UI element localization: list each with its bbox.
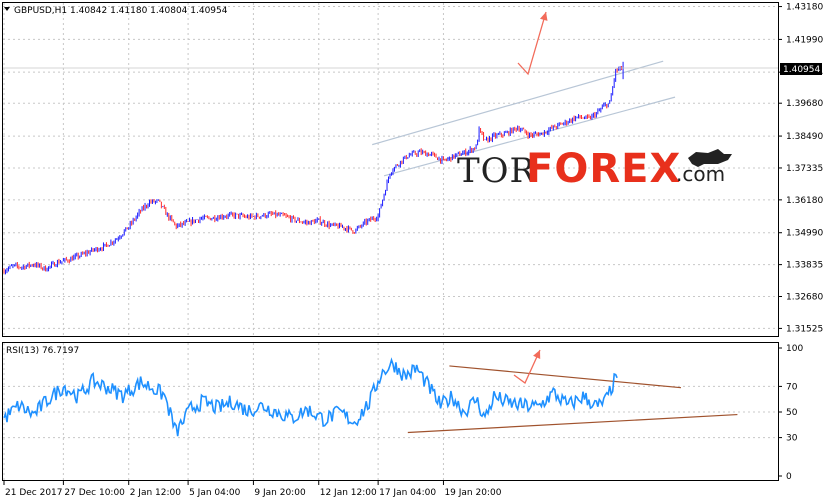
rsi-axis: 100 70 50 30 0 — [778, 344, 803, 482]
collapse-triangle-icon — [4, 7, 10, 11]
rsi-tick-label: 70 — [786, 382, 798, 392]
rsi-trendline — [407, 413, 738, 434]
price-tick-label: 1.33835 — [786, 261, 823, 271]
symbol-line: GBPUSD,H1 1.40842 1.41180 1.40804 1.4095… — [14, 6, 228, 16]
time-grid — [3, 3, 444, 480]
rsi-series-line — [3, 357, 618, 437]
price-tick-label: 1.31525 — [786, 324, 823, 334]
price-forecast-arrow — [517, 11, 547, 76]
price-tick-label: 1.36180 — [786, 196, 823, 206]
price-tick-label: 1.37335 — [786, 164, 823, 174]
time-axis: 21 Dec 2017 27 Dec 10:00 2 Jan 12:00 5 Jan … — [3, 480, 502, 498]
watermark-forex: FOREX — [526, 146, 681, 192]
price-badge-text: 1.40954 — [783, 65, 820, 75]
rsi-line — [3, 357, 618, 437]
time-tick-label: 5 Jan 04:00 — [189, 488, 241, 498]
rsi-tick-label: 100 — [786, 344, 803, 354]
price-tick-label: 1.39680 — [786, 99, 823, 109]
rsi-grid — [3, 385, 778, 439]
rsi-tick-label: 50 — [786, 408, 798, 418]
rsi-label: RSI(13) 76.7197 — [6, 346, 79, 356]
price-tick-label: 1.34990 — [786, 229, 823, 239]
time-tick-label: 17 Jan 04:00 — [379, 488, 436, 498]
rsi-tick-label: 0 — [786, 472, 792, 482]
torforex-watermark: TOR FOREX .com — [457, 146, 732, 192]
time-tick-label: 27 Dec 10:00 — [64, 488, 125, 498]
price-tick-label: 1.41990 — [786, 35, 823, 45]
current-price-badge: 1.40954 — [780, 63, 822, 75]
time-tick-label: 12 Jan 12:00 — [320, 488, 377, 498]
rsi-trendline — [449, 365, 682, 389]
rsi-trendlines — [407, 365, 738, 434]
watermark-tor: TOR — [457, 151, 537, 191]
rsi-tick-label: 30 — [786, 434, 798, 444]
time-tick-label: 19 Jan 20:00 — [444, 488, 501, 498]
time-tick-label: 21 Dec 2017 — [5, 488, 63, 498]
price-tick-label: 1.43180 — [786, 3, 823, 13]
price-tick-label: 1.38490 — [786, 132, 823, 142]
chart-svg: TOR FOREX .com GBPUSD,H1 1.40842 1.41180… — [2, 2, 823, 498]
time-tick-label: 9 Jan 20:00 — [254, 488, 306, 498]
price-forecast-arrow-head — [539, 12, 548, 21]
symbol-header: GBPUSD,H1 1.40842 1.41180 1.40804 1.4095… — [4, 6, 228, 16]
price-tick-label: 1.32680 — [786, 293, 823, 303]
price-axis: 1.431801.419901.408041.396801.384901.373… — [778, 3, 823, 334]
time-tick-label: 2 Jan 12:00 — [130, 488, 182, 498]
